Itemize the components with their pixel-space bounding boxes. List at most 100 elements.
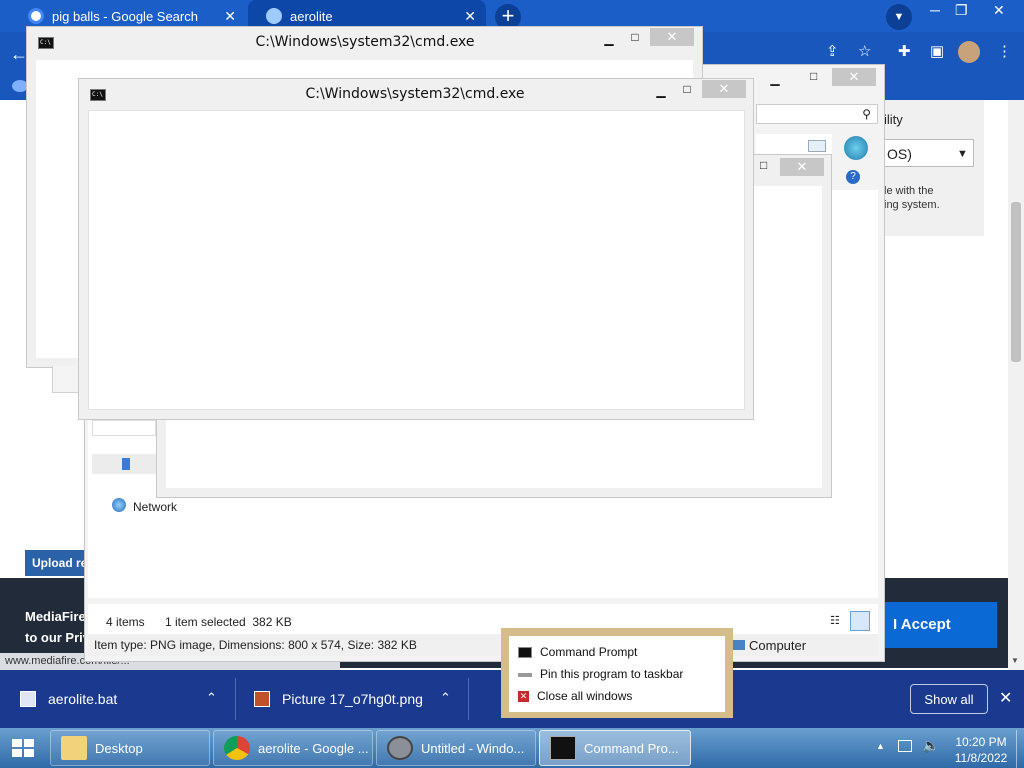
minimize-icon[interactable]: ▁ (596, 30, 622, 48)
items-count: 4 items (106, 615, 145, 629)
panel-heading: ility (884, 112, 903, 127)
description-line: ing system. (884, 199, 940, 211)
taskbar-label: Untitled - Windo... (421, 740, 525, 756)
windows-logo-icon (12, 739, 34, 757)
tab-label: aerolite (290, 8, 333, 24)
taskbar-chrome[interactable]: aerolite - Google ... (213, 730, 373, 766)
browser-close-icon[interactable]: ✕ (993, 2, 1005, 19)
download-item[interactable]: Picture 17_o7hg0t.png ⌃ (254, 670, 459, 728)
browser-menu-icon[interactable]: ⋮ (997, 42, 1012, 60)
help-icon[interactable]: ? (846, 170, 860, 184)
ghost-close-button[interactable]: ✕ (780, 158, 824, 176)
taskbar-label: aerolite - Google ... (258, 740, 369, 756)
show-hidden-icons[interactable]: ▲ (876, 741, 885, 751)
cookie-line: to our Priv (25, 630, 91, 645)
jumplist-label: Command Prompt (540, 645, 638, 659)
page-scrollbar[interactable] (1008, 100, 1024, 670)
close-button[interactable]: ✕ (650, 28, 694, 46)
show-all-button[interactable]: Show all (910, 684, 988, 714)
network-tray-icon[interactable] (898, 740, 912, 752)
start-button[interactable] (6, 733, 40, 763)
divider (235, 678, 236, 720)
taskbar-label: Command Pro... (584, 740, 679, 756)
scrollbar-thumb[interactable] (1011, 202, 1021, 362)
taskbar-movie-maker[interactable]: Untitled - Windo... (376, 730, 536, 766)
maximize-icon[interactable]: □ (674, 80, 700, 98)
cmd-window-title: C:\Windows\system32\cmd.exe (255, 34, 475, 50)
network-icon (112, 498, 126, 512)
selection-info: 1 item selected 382 KB (165, 615, 292, 629)
ghost-maximize-icon[interactable]: □ (760, 158, 767, 172)
tab-label: pig balls - Google Search (52, 8, 198, 24)
preview-pane-icon[interactable] (808, 140, 826, 152)
close-button[interactable]: ✕ (702, 80, 746, 98)
profile-avatar[interactable] (958, 41, 980, 63)
cmd-icon (518, 646, 532, 658)
close-all-icon: ✕ (518, 690, 529, 702)
panel-description: le with the ing system. (884, 184, 940, 212)
chevron-up-icon[interactable]: ⌃ (440, 690, 451, 706)
chevron-up-icon[interactable]: ⌃ (206, 690, 217, 706)
maximize-icon[interactable]: □ (622, 28, 648, 46)
extensions-icon[interactable]: ✚ (898, 42, 911, 60)
explorer-globe-icon (844, 136, 868, 160)
large-icons-view-icon[interactable] (850, 611, 870, 631)
pin-icon (518, 673, 532, 677)
jumplist-close-all[interactable]: ✕ Close all windows (518, 685, 632, 707)
computer-icon (122, 458, 130, 470)
location-computer: Computer (749, 638, 807, 653)
minimize-icon[interactable]: ▁ (648, 82, 674, 100)
jumplist-pin[interactable]: Pin this program to taskbar (518, 663, 683, 685)
accept-cookies-button[interactable]: I Accept (884, 602, 997, 648)
clock[interactable]: 10:20 PM 11/8/2022 (948, 734, 1014, 766)
tab-close-icon[interactable]: ✕ (224, 8, 236, 25)
jumplist-command-prompt[interactable]: Command Prompt (518, 641, 637, 663)
explorer-minimize-icon[interactable]: ▁ (762, 72, 788, 88)
explorer-maximize-icon[interactable]: □ (810, 69, 828, 85)
side-panel-icon[interactable]: ▣ (930, 42, 944, 60)
download-filename: Picture 17_o7hg0t.png (282, 691, 423, 707)
download-filename: aerolite.bat (48, 691, 118, 707)
jumplist-label: Close all windows (537, 689, 633, 703)
cmd-icon: C:\ (90, 89, 106, 101)
browser-minimize-icon[interactable]: ─ (930, 2, 940, 18)
tab-close-icon[interactable]: ✕ (464, 8, 476, 25)
cmd-console-area[interactable] (88, 110, 745, 410)
show-desktop-button[interactable] (1016, 730, 1024, 768)
cmd-window-title: C:\Windows\system32\cmd.exe (305, 86, 525, 102)
bat-file-icon (20, 691, 36, 707)
taskbar-command-prompt[interactable]: Command Pro... (539, 730, 691, 766)
taskbar-desktop[interactable]: Desktop (50, 730, 210, 766)
cookie-line: MediaFire (25, 609, 86, 624)
computer-small-icon (733, 640, 745, 650)
taskbar-label: Desktop (95, 740, 143, 756)
details-view-icon[interactable]: ☷ (830, 614, 846, 628)
cmd-icon: C:\ (38, 37, 54, 49)
png-file-icon (254, 691, 270, 707)
explorer-search-input[interactable]: ⚲ (756, 104, 878, 124)
os-select-value: OS) (887, 146, 912, 162)
bookmark-star-icon[interactable]: ☆ (858, 42, 871, 60)
chevron-down-icon: ▼ (957, 148, 968, 160)
scroll-down-icon[interactable]: ▼ (1011, 656, 1019, 665)
description-line: le with the (884, 185, 934, 197)
browser-restore-icon[interactable]: ❐ (955, 2, 968, 19)
google-icon (28, 8, 44, 24)
chrome-icon (224, 736, 250, 760)
mediafire-icon (266, 8, 282, 24)
nav-network[interactable]: Network (133, 500, 177, 514)
download-item[interactable]: aerolite.bat ⌃ (20, 670, 225, 728)
nav-pane-item[interactable] (92, 420, 156, 436)
explorer-close-button[interactable]: ✕ (832, 68, 876, 86)
window-ghost-edge (52, 366, 80, 393)
share-icon[interactable]: ⇪ (826, 42, 839, 60)
film-reel-icon (387, 736, 413, 760)
cmd-icon (550, 736, 576, 760)
clock-date: 11/8/2022 (954, 751, 1008, 765)
close-shelf-icon[interactable]: ✕ (999, 688, 1012, 708)
os-select[interactable]: OS) ▼ (884, 139, 974, 167)
volume-icon[interactable]: 🔈 (922, 737, 939, 754)
folder-icon (61, 736, 87, 760)
cookie-text: MediaFire to our Priv (25, 606, 90, 648)
tab-search-button[interactable]: ▼ (886, 4, 912, 30)
